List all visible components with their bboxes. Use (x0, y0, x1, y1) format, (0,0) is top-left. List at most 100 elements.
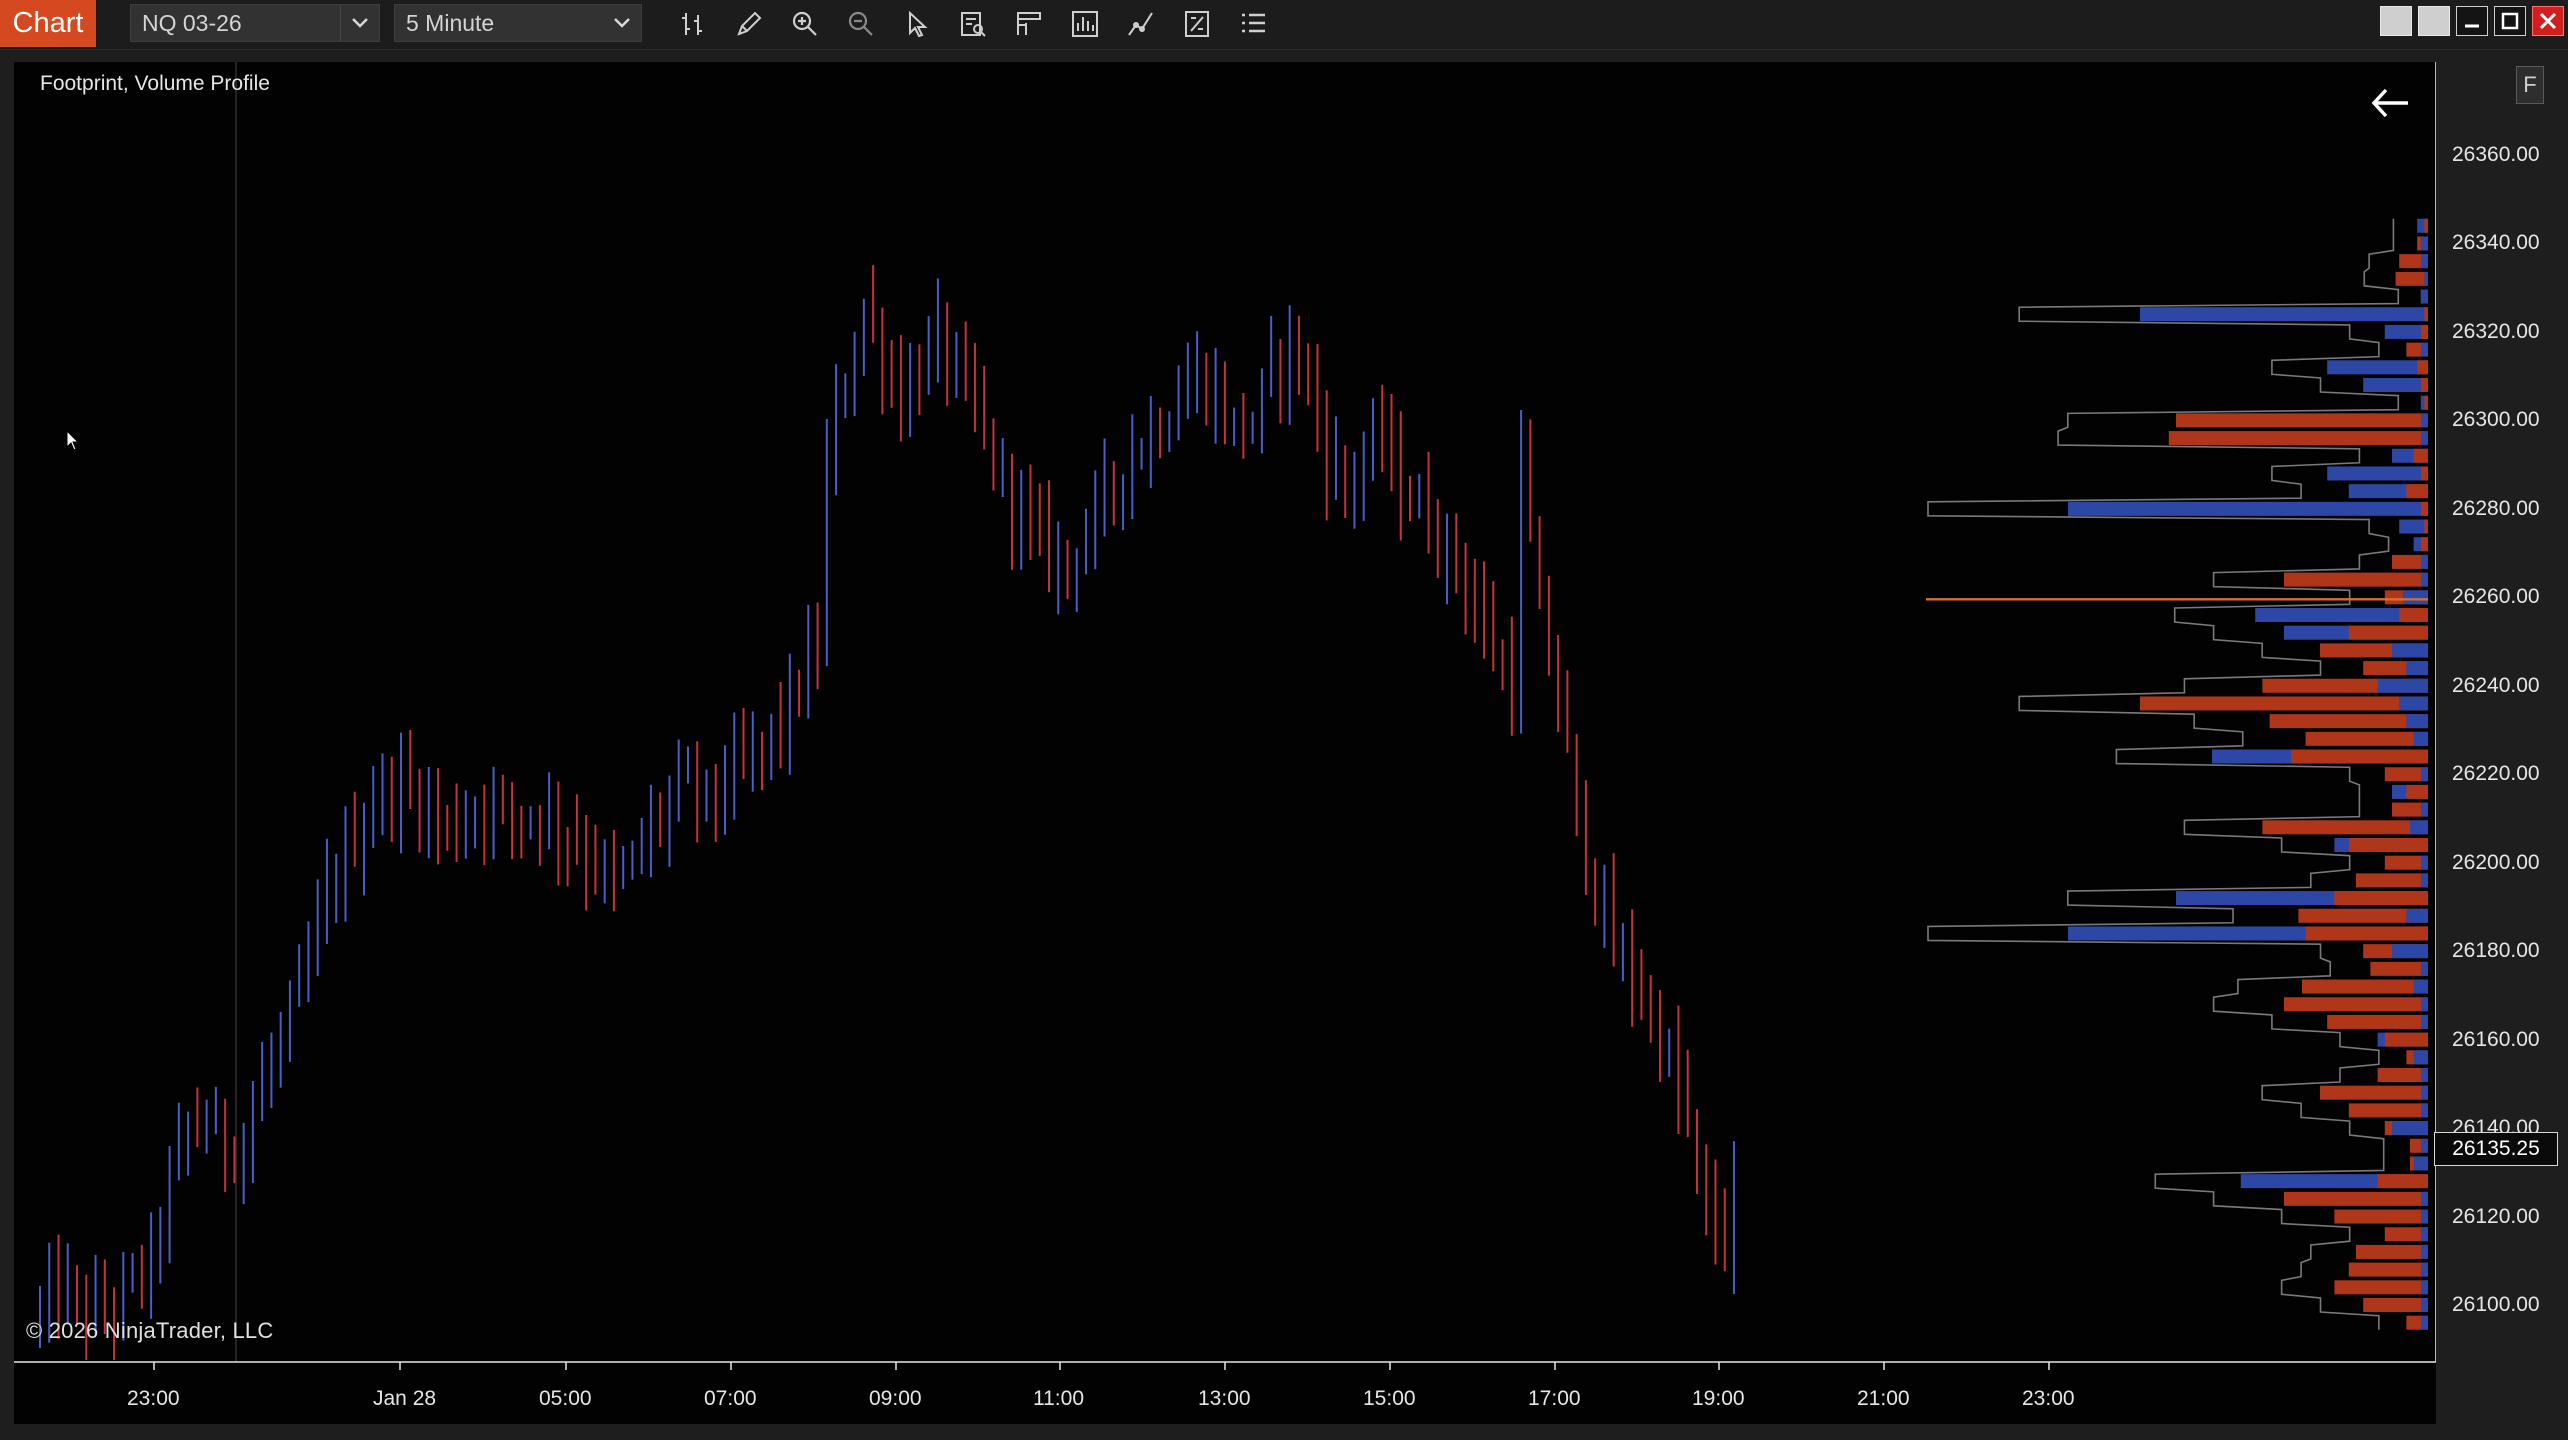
profile-outline (1927, 218, 2400, 1330)
profile-ask-bar (2305, 731, 2428, 746)
profile-bid-bar (2068, 501, 2428, 516)
timeframe-value: 5 Minute (406, 9, 495, 36)
profile-bid-bar (2420, 1244, 2428, 1259)
profile-ask-bar (2291, 749, 2428, 764)
profile-ask-bar (2327, 1014, 2428, 1029)
profile-bid-bar (2420, 1014, 2428, 1029)
profile-bid-bar (2420, 1085, 2428, 1100)
profile-ask-bar (2420, 501, 2428, 516)
chevron-down-icon[interactable] (603, 5, 641, 41)
arrow-left-icon[interactable] (2366, 82, 2416, 124)
instrument-selector[interactable]: NQ 03-26 (130, 4, 380, 42)
profile-ask-bar (2262, 820, 2428, 835)
chevron-down-icon[interactable] (340, 5, 379, 41)
bar-type-icon[interactable] (665, 3, 721, 45)
price-tick-label: 26240.00 (2452, 673, 2540, 697)
timeframe-selector[interactable]: 5 Minute (394, 4, 642, 42)
profile-bid-bar (2420, 873, 2428, 888)
profile-ask-bar (2334, 1209, 2428, 1224)
tile-icon[interactable] (2418, 6, 2450, 36)
profile-ask-bar (2284, 572, 2428, 587)
profile-ask-bar (2176, 413, 2428, 428)
profile-ask-bar (2348, 625, 2428, 640)
profile-ask-bar (2420, 466, 2428, 481)
profile-ask-bar (2406, 784, 2428, 799)
profile-bid-bar (2420, 1315, 2428, 1330)
profile-bid-bar (2377, 678, 2428, 693)
profile-ask-bar (2424, 307, 2428, 322)
profile-ask-bar (2356, 1244, 2428, 1259)
profile-bid-bar (2402, 590, 2428, 605)
profile-bid-bar (2420, 1209, 2428, 1224)
profile-bid-bar (2413, 979, 2428, 994)
properties-icon[interactable] (1169, 3, 1225, 45)
price-chart[interactable] (14, 62, 2436, 1424)
copyright-text: © 2026 NinjaTrader, LLC (26, 1318, 274, 1343)
profile-bid-bar (2392, 1121, 2428, 1136)
chart-trader-icon[interactable] (1001, 3, 1057, 45)
profile-ask-bar (2424, 519, 2428, 534)
profile-ask-bar (2334, 891, 2428, 906)
maximize-icon[interactable] (2494, 6, 2526, 36)
data-box-icon[interactable] (945, 3, 1001, 45)
profile-bid-bar (2392, 643, 2428, 658)
profile-ask-bar (2302, 979, 2428, 994)
ohlc-bars (39, 265, 1735, 1360)
zoom-out-icon[interactable] (833, 3, 889, 45)
profile-bid-bar (2420, 554, 2428, 569)
profile-ask-bar (2413, 448, 2428, 463)
strategies-icon[interactable] (1113, 3, 1169, 45)
panel-f-button[interactable]: F (2516, 66, 2544, 104)
tile-icon[interactable] (2380, 6, 2412, 36)
close-icon[interactable] (2532, 6, 2564, 36)
chart-tab[interactable]: Chart (0, 0, 96, 47)
profile-bid-bar (2420, 1103, 2428, 1118)
profile-ask-bar (2348, 838, 2428, 852)
profile-ask-bar (2424, 218, 2428, 233)
price-tick-label: 26220.00 (2452, 762, 2540, 786)
minimize-icon[interactable] (2456, 6, 2488, 36)
profile-ask-bar (2417, 360, 2428, 375)
profile-bid-bar (2413, 731, 2428, 746)
chart-label: Footprint, Volume Profile (40, 72, 270, 95)
profile-ask-bar (2406, 484, 2428, 499)
profile-ask-bar (2334, 1280, 2428, 1295)
profile-bid-bar (2413, 1156, 2428, 1171)
profile-bid-bar (2399, 696, 2428, 711)
profile-ask-bar (2377, 1174, 2428, 1189)
profile-bid-bar (2420, 855, 2428, 870)
price-tick-label: 26360.00 (2452, 143, 2540, 166)
price-tick-label: 26120.00 (2452, 1204, 2540, 1228)
profile-ask-bar (2269, 714, 2428, 729)
chart-panel[interactable]: Footprint, Volume Profile © 2026 NinjaTr… (14, 62, 2436, 1424)
profile-bid-bar (2420, 1191, 2428, 1206)
price-tick-label: 26300.00 (2452, 408, 2540, 432)
profile-bid-bar (2406, 714, 2428, 729)
profile-ask-bar (2377, 1068, 2428, 1082)
profile-ask-bar (2305, 926, 2428, 941)
profile-bid-bar (2420, 961, 2428, 976)
price-tick-label: 26100.00 (2452, 1293, 2540, 1316)
profile-ask-bar (2356, 873, 2428, 888)
price-tick-label: 26180.00 (2452, 939, 2540, 963)
zoom-in-icon[interactable] (777, 3, 833, 45)
profile-ask-bar (2420, 537, 2428, 552)
profile-bid-bar (2420, 431, 2428, 446)
profile-ask-bar (2399, 608, 2428, 622)
pointer-icon[interactable] (889, 3, 945, 45)
profile-bid-bar (2420, 1068, 2428, 1082)
profile-ask-bar (2420, 324, 2428, 339)
profile-bid-bar (2420, 289, 2428, 304)
draw-pencil-icon[interactable] (721, 3, 777, 45)
indicators-icon[interactable] (1057, 3, 1113, 45)
profile-ask-bar (2420, 378, 2428, 392)
profile-bid-bar (2327, 466, 2428, 481)
price-tick-label: 26320.00 (2452, 319, 2540, 343)
profile-bid-bar (2420, 1280, 2428, 1295)
profile-bid-bar (2420, 767, 2428, 782)
profile-bid-bar (2420, 236, 2428, 251)
profile-ask-bar (2395, 271, 2428, 286)
profile-bid-bar (2420, 1262, 2428, 1277)
list-icon[interactable] (1225, 3, 1281, 45)
profile-bid-bar (2406, 908, 2428, 923)
